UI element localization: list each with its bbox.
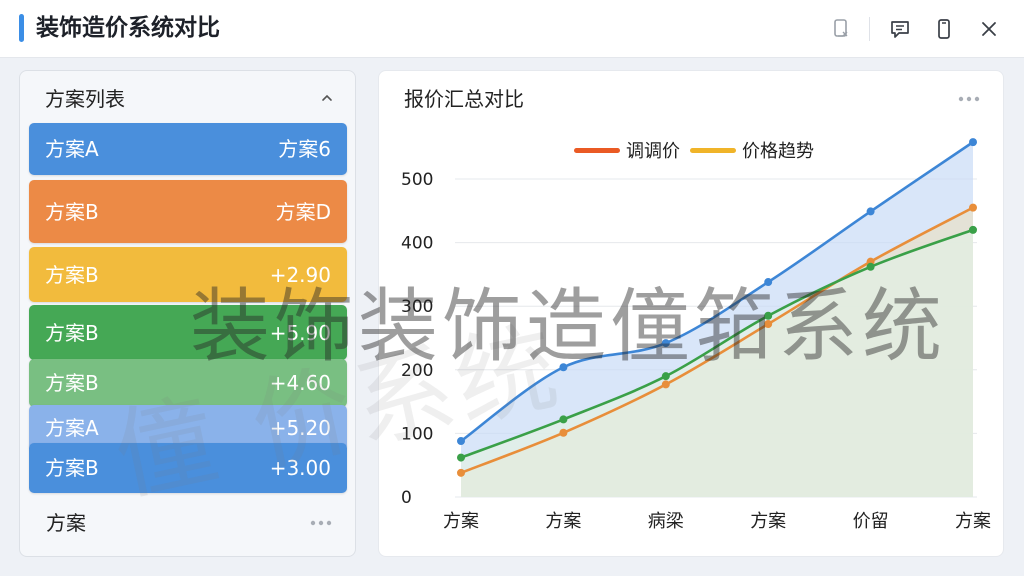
scheme-item[interactable]: 方案B 方案D — [29, 180, 347, 243]
data-point[interactable] — [457, 437, 465, 446]
scheme-item-value: 方案6 — [278, 137, 331, 161]
footer-more-button[interactable] — [306, 511, 336, 535]
scheme-item[interactable]: 方案B +5.90 — [29, 305, 347, 360]
data-point[interactable] — [559, 428, 568, 437]
data-point[interactable] — [559, 415, 568, 424]
collapse-button[interactable] — [316, 87, 338, 109]
legend-item-1[interactable]: 价格趋势 — [690, 137, 814, 163]
scheme-item-label: 方案B — [45, 262, 99, 287]
data-point[interactable] — [866, 207, 875, 216]
data-point[interactable] — [764, 320, 773, 329]
scheme-item-label: 方案A — [45, 137, 99, 161]
scheme-item-label: 方案A — [45, 415, 99, 440]
more-horizontal-icon — [310, 520, 332, 526]
data-point[interactable] — [866, 262, 875, 271]
device-sync-button[interactable] — [826, 14, 856, 44]
scheme-item-label: 方案B — [45, 371, 99, 395]
data-point[interactable] — [661, 372, 670, 381]
mobile-view-button[interactable] — [929, 14, 959, 44]
y-tick-label: 200 — [401, 361, 433, 381]
chart-panel: 报价汇总对比 0 100 200 300 400 500 方案 方案 病梁 方案 价留 方案 调调价 … — [378, 70, 1004, 557]
data-point[interactable] — [661, 339, 670, 348]
y-tick-label: 400 — [401, 234, 433, 254]
app-title: 装饰造价系统对比 — [36, 15, 220, 41]
data-point[interactable] — [457, 468, 465, 477]
comment-icon — [891, 21, 909, 38]
legend-label: 价格趋势 — [742, 141, 814, 162]
data-point[interactable] — [969, 203, 977, 212]
data-point[interactable] — [661, 380, 670, 389]
scheme-item-value: +5.90 — [269, 320, 331, 345]
scheme-item-label: 方案B — [45, 456, 99, 480]
y-tick-label: 500 — [401, 170, 433, 190]
scheme-item-value: +3.00 — [269, 456, 331, 480]
y-tick-label: 300 — [401, 297, 433, 317]
scheme-item-value: +5.20 — [269, 415, 331, 440]
data-point[interactable] — [764, 311, 773, 320]
footer-label: 方案 — [46, 511, 86, 535]
y-tick-label: 100 — [401, 424, 433, 444]
close-button[interactable] — [974, 14, 1004, 44]
legend-item-0[interactable]: 调调价 — [574, 137, 680, 163]
legend-swatch — [574, 147, 620, 153]
chart-legend: 调调价 价格趋势 — [574, 137, 814, 163]
scheme-item-value: +2.90 — [269, 262, 331, 287]
scheme-item[interactable]: 方案B +2.90 — [29, 247, 347, 302]
data-point[interactable] — [969, 138, 977, 147]
x-tick-label: 方案 — [750, 511, 786, 532]
data-point[interactable] — [457, 453, 465, 462]
scheme-item[interactable]: 方案B +3.00 — [29, 443, 347, 493]
scheme-item[interactable]: 方案B +4.60 — [29, 359, 347, 407]
mobile-icon — [938, 19, 950, 39]
scheme-item[interactable]: 方案A 方案6 — [29, 123, 347, 175]
scheme-list-panel: 方案列表 方案A 方案6 方案B 方案D 方案B +2.90 方案B +5.90 方案B +4.6… — [19, 70, 356, 557]
series-area — [461, 229, 973, 497]
comment-button[interactable] — [885, 14, 915, 44]
scheme-item-value: +4.60 — [269, 371, 331, 395]
scheme-item-label: 方案B — [45, 199, 99, 224]
x-tick-label: 价留 — [853, 511, 889, 532]
title-accent-bar — [19, 14, 24, 42]
data-point[interactable] — [559, 363, 568, 372]
app-header: 装饰造价系统对比 — [0, 0, 1024, 58]
legend-swatch — [690, 147, 736, 153]
data-point[interactable] — [764, 278, 773, 287]
x-tick-label: 方案 — [545, 511, 581, 532]
data-point[interactable] — [969, 225, 977, 234]
x-tick-label: 方案 — [955, 511, 991, 532]
header-separator — [869, 17, 870, 41]
scheme-list-title: 方案列表 — [45, 87, 125, 111]
scheme-item-label: 方案B — [45, 320, 99, 345]
device-sync-icon — [834, 19, 848, 37]
x-tick-label: 病梁 — [648, 511, 684, 532]
legend-label: 调调价 — [626, 141, 680, 162]
chevron-up-icon — [322, 94, 332, 101]
scheme-item-value: 方案D — [275, 199, 331, 224]
y-tick-label: 0 — [401, 488, 412, 508]
close-icon — [982, 22, 996, 36]
x-tick-label: 方案 — [443, 511, 479, 532]
